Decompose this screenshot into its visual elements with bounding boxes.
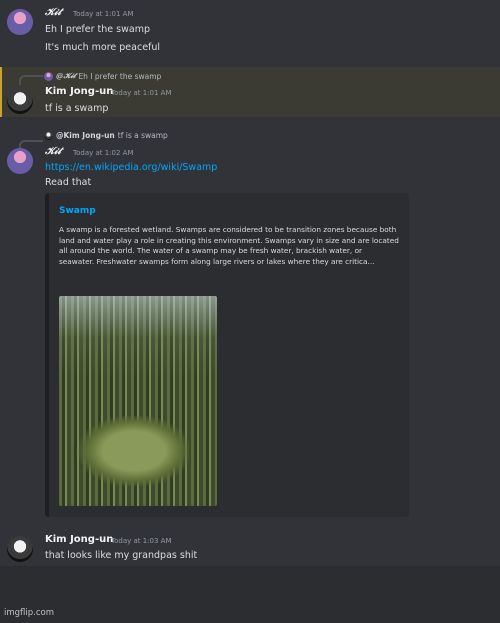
reply-connector bbox=[19, 75, 43, 85]
imgflip-watermark: imgflip.com bbox=[4, 608, 55, 618]
reply-preview[interactable]: @𝒦𝒾𝓉 Eh I prefer the swamp bbox=[44, 71, 161, 81]
bottom-area bbox=[0, 566, 500, 623]
reply-preview[interactable]: @Kim Jong-un tf is a swamp bbox=[44, 131, 168, 140]
author-name[interactable]: 𝒦𝒾𝓉 bbox=[45, 7, 61, 18]
message-text: Eh I prefer the swamp bbox=[45, 24, 150, 35]
wikipedia-link[interactable]: https://en.wikipedia.org/wiki/Swamp bbox=[45, 162, 217, 173]
embed-swamp-image[interactable] bbox=[59, 296, 217, 506]
reply-text: tf is a swamp bbox=[117, 131, 168, 140]
message-text: that looks like my grandpas shit bbox=[45, 550, 198, 561]
reply-avatar bbox=[44, 131, 53, 140]
timestamp: Today at 1:02 AM bbox=[73, 149, 134, 157]
reply-text: Eh I prefer the swamp bbox=[78, 71, 162, 81]
author-name[interactable]: Kim Jong-un bbox=[45, 534, 113, 545]
message-text: tf is a swamp bbox=[45, 103, 109, 114]
embed-title[interactable]: Swamp bbox=[59, 206, 96, 216]
message-text: It's much more peaceful bbox=[45, 42, 161, 53]
author-name[interactable]: 𝒦𝒾𝓉 bbox=[45, 146, 61, 157]
reply-author: @Kim Jong-un bbox=[56, 131, 115, 140]
message-text: Read that bbox=[45, 177, 92, 188]
link-embed: Swamp A swamp is a forested wetland. Swa… bbox=[45, 193, 409, 517]
reply-avatar bbox=[44, 71, 53, 81]
embed-description: A swamp is a forested wetland. Swamps ar… bbox=[59, 225, 399, 266]
timestamp: Today at 1:03 AM bbox=[111, 537, 172, 545]
avatar-kim[interactable] bbox=[7, 536, 33, 562]
avatar-kit[interactable] bbox=[7, 148, 33, 174]
avatar-kit[interactable] bbox=[7, 9, 33, 35]
reply-author: @𝒦𝒾𝓉 bbox=[56, 71, 76, 80]
timestamp: Today at 1:01 AM bbox=[111, 89, 172, 97]
timestamp: Today at 1:01 AM bbox=[73, 10, 134, 18]
avatar-kim[interactable] bbox=[7, 88, 33, 114]
author-name[interactable]: Kim Jong-un bbox=[45, 86, 113, 97]
